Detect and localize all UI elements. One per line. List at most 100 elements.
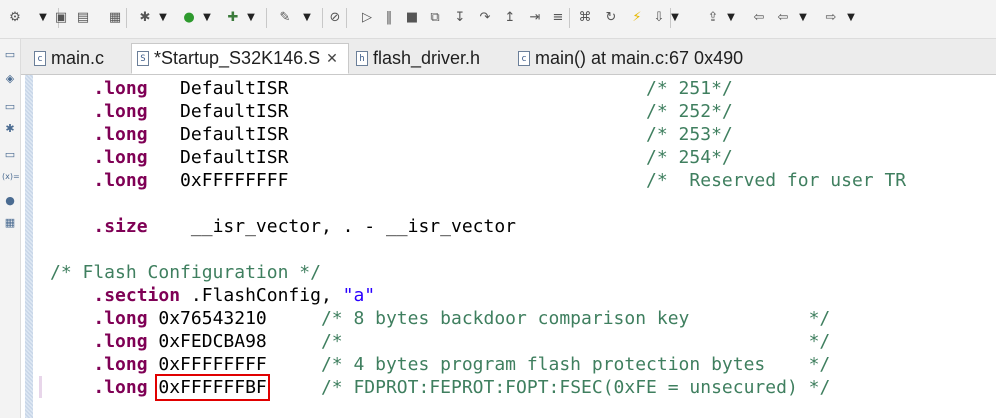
comment: /* 252*/ bbox=[646, 101, 733, 122]
overview-ruler bbox=[25, 75, 33, 418]
variables-icon[interactable]: (x)= bbox=[2, 169, 20, 185]
debug-run-icon[interactable]: ✚ bbox=[224, 9, 242, 27]
debug-view-icon[interactable]: ✱ bbox=[2, 121, 18, 137]
comment: /* Flash Configuration */ bbox=[50, 262, 321, 283]
editor-tab-3[interactable]: h flash_driver.h bbox=[351, 43, 516, 74]
code-token: 0xFFFFFFFF bbox=[147, 354, 321, 375]
upload-icon[interactable]: ⇪ bbox=[704, 9, 722, 27]
dropdown-arrow-icon[interactable]: ▼ bbox=[246, 9, 256, 27]
comment: /* FDPROT:FEPROT:FOPT:FSEC(0xFE = unsecu… bbox=[320, 377, 831, 398]
dropdown-arrow-icon[interactable]: ▼ bbox=[158, 9, 168, 27]
minimize-icon[interactable]: ▭ bbox=[2, 47, 18, 63]
comment: /* 4 bytes program flash protection byte… bbox=[320, 354, 831, 375]
code-line[interactable]: .long 0xFEDCBA98 /* */ bbox=[50, 330, 906, 353]
code-line[interactable]: .long DefaultISR /* 254*/ bbox=[50, 146, 906, 169]
code-line[interactable]: .size __isr_vector, . - __isr_vector bbox=[50, 215, 906, 238]
code-line[interactable]: .section .FlashConfig, "a" bbox=[50, 284, 906, 307]
terminate-icon[interactable]: ■ bbox=[403, 9, 421, 27]
toolbar-separator bbox=[126, 8, 127, 28]
save-all-icon[interactable]: ▤ bbox=[74, 9, 92, 27]
reset-icon[interactable]: ⌘ bbox=[576, 9, 594, 27]
use-step-filters-icon[interactable]: ≡ bbox=[549, 9, 567, 27]
save-icon[interactable]: ▣ bbox=[52, 9, 70, 27]
modules-icon[interactable]: ▦ bbox=[2, 215, 18, 231]
run-icon[interactable]: ● bbox=[180, 9, 198, 27]
dropdown-arrow-icon[interactable]: ▼ bbox=[202, 9, 212, 27]
directive: .long bbox=[93, 170, 148, 191]
code-line[interactable]: .long DefaultISR /* 251*/ bbox=[50, 77, 906, 100]
editor-tab-1[interactable]: c main.c bbox=[29, 43, 134, 74]
breakpoints-icon[interactable]: ● bbox=[2, 193, 18, 209]
external-tool-icon[interactable]: ✎ bbox=[276, 9, 294, 27]
comment: /* 254*/ bbox=[646, 147, 733, 168]
comment: /* */ bbox=[320, 331, 831, 352]
suspend-icon[interactable]: ‖ bbox=[380, 9, 398, 27]
code-line[interactable] bbox=[50, 238, 906, 261]
minimize-icon[interactable]: ▭ bbox=[2, 147, 18, 163]
toolbar-separator bbox=[569, 8, 570, 28]
code-token: 0x76543210 bbox=[147, 308, 321, 329]
main-toolbar: ⚙ ▼ ▣ ▤ ▦ ✱ ▼ ● ▼ ✚ ▼ ✎ ▼ ⊘ ▷ ‖ ■ ⧉ ↧ ↷ ↥ ⇥ ≡ ⌘ ↻ ⚡ ⇩ ▼ ⇪ ▼ ⇦ ⇦ ▼ ⇨ ▼ bbox=[0, 0, 996, 39]
binary-icon[interactable]: ▦ bbox=[106, 9, 124, 27]
code-line[interactable]: .long 0x76543210 /* 8 bytes backdoor com… bbox=[50, 307, 906, 330]
directive: .long bbox=[93, 308, 148, 329]
back-icon[interactable]: ⇦ bbox=[774, 9, 792, 27]
step-into-icon[interactable]: ↧ bbox=[451, 9, 469, 27]
dropdown-arrow-icon[interactable]: ▼ bbox=[38, 9, 48, 27]
disconnect-icon[interactable]: ⧉ bbox=[426, 9, 444, 27]
code-line[interactable]: .long DefaultISR /* 252*/ bbox=[50, 100, 906, 123]
close-tab-icon[interactable]: ✕ bbox=[326, 50, 338, 67]
build-icon[interactable]: ✱ bbox=[136, 9, 154, 27]
dropdown-arrow-icon[interactable]: ▼ bbox=[670, 9, 680, 27]
code-token: 0xFFFFFFFF bbox=[147, 170, 647, 191]
code-editor[interactable]: .long DefaultISR /* 251*/ .long DefaultI… bbox=[21, 75, 996, 418]
minimize-icon[interactable]: ▭ bbox=[2, 99, 18, 115]
debug-config-icon[interactable]: ⚙ bbox=[6, 9, 24, 27]
file-h-icon: h bbox=[356, 51, 368, 66]
code-line[interactable]: .long DefaultISR /* 253*/ bbox=[50, 123, 906, 146]
editor-tab-2[interactable]: S *Startup_S32K146.S ✕ bbox=[131, 43, 349, 74]
step-over-icon[interactable]: ↷ bbox=[476, 9, 494, 27]
editor-tab-4[interactable]: c main() at main.c:67 0x490 bbox=[513, 43, 838, 74]
left-trim-bar: ▭ ◈ ▭ ✱ ▭ (x)= ● ▦ bbox=[0, 39, 21, 418]
directive: .long bbox=[93, 354, 148, 375]
download-icon[interactable]: ⇩ bbox=[650, 9, 668, 27]
code-line[interactable]: .long 0xFFFFFFFF /* Reserved for user TR bbox=[50, 169, 906, 192]
tab-label: *Startup_S32K146.S bbox=[154, 48, 321, 68]
dropdown-arrow-icon[interactable]: ▼ bbox=[726, 9, 736, 27]
code-token: .FlashConfig, bbox=[180, 285, 343, 306]
comment: /* 253*/ bbox=[646, 124, 733, 145]
code-token: __isr_vector, . - __isr_vector bbox=[147, 216, 517, 237]
dropdown-arrow-icon[interactable]: ▼ bbox=[302, 9, 312, 27]
restart-icon[interactable]: ↻ bbox=[602, 9, 620, 27]
editor-tab-bar: c main.c S *Startup_S32K146.S ✕ h flash_driver… bbox=[21, 39, 996, 75]
project-explorer-icon[interactable]: ◈ bbox=[2, 71, 18, 87]
file-s-icon: S bbox=[137, 51, 149, 66]
dropdown-arrow-icon[interactable]: ▼ bbox=[846, 9, 856, 27]
flash-icon[interactable]: ⚡ bbox=[628, 9, 646, 27]
dropdown-arrow-icon[interactable]: ▼ bbox=[798, 9, 808, 27]
resume-icon[interactable]: ▷ bbox=[358, 9, 376, 27]
forward-icon[interactable]: ⇨ bbox=[822, 9, 840, 27]
step-return-icon[interactable]: ↥ bbox=[501, 9, 519, 27]
code-token: DefaultISR bbox=[147, 101, 647, 122]
code-line[interactable] bbox=[50, 192, 906, 215]
file-c-icon: c bbox=[518, 51, 530, 66]
last-edit-icon[interactable]: ⇦ bbox=[750, 9, 768, 27]
instruction-step-icon[interactable]: ⇥ bbox=[526, 9, 544, 27]
file-c-icon: c bbox=[34, 51, 46, 66]
skip-breakpoints-icon[interactable]: ⊘ bbox=[326, 9, 344, 27]
toolbar-separator bbox=[266, 8, 267, 28]
code-line[interactable]: .long 0xFFFFFFFF /* 4 bytes program flas… bbox=[50, 353, 906, 376]
code-line[interactable]: /* Flash Configuration */ bbox=[50, 261, 906, 284]
comment: /* 8 bytes backdoor comparison key */ bbox=[320, 308, 831, 329]
toolbar-separator bbox=[346, 8, 347, 28]
code-line[interactable]: .long 0xFFFFFFBF /* FDPROT:FEPROT:FOPT:F… bbox=[50, 374, 906, 401]
code-text[interactable]: .long DefaultISR /* 251*/ .long DefaultI… bbox=[50, 77, 906, 401]
